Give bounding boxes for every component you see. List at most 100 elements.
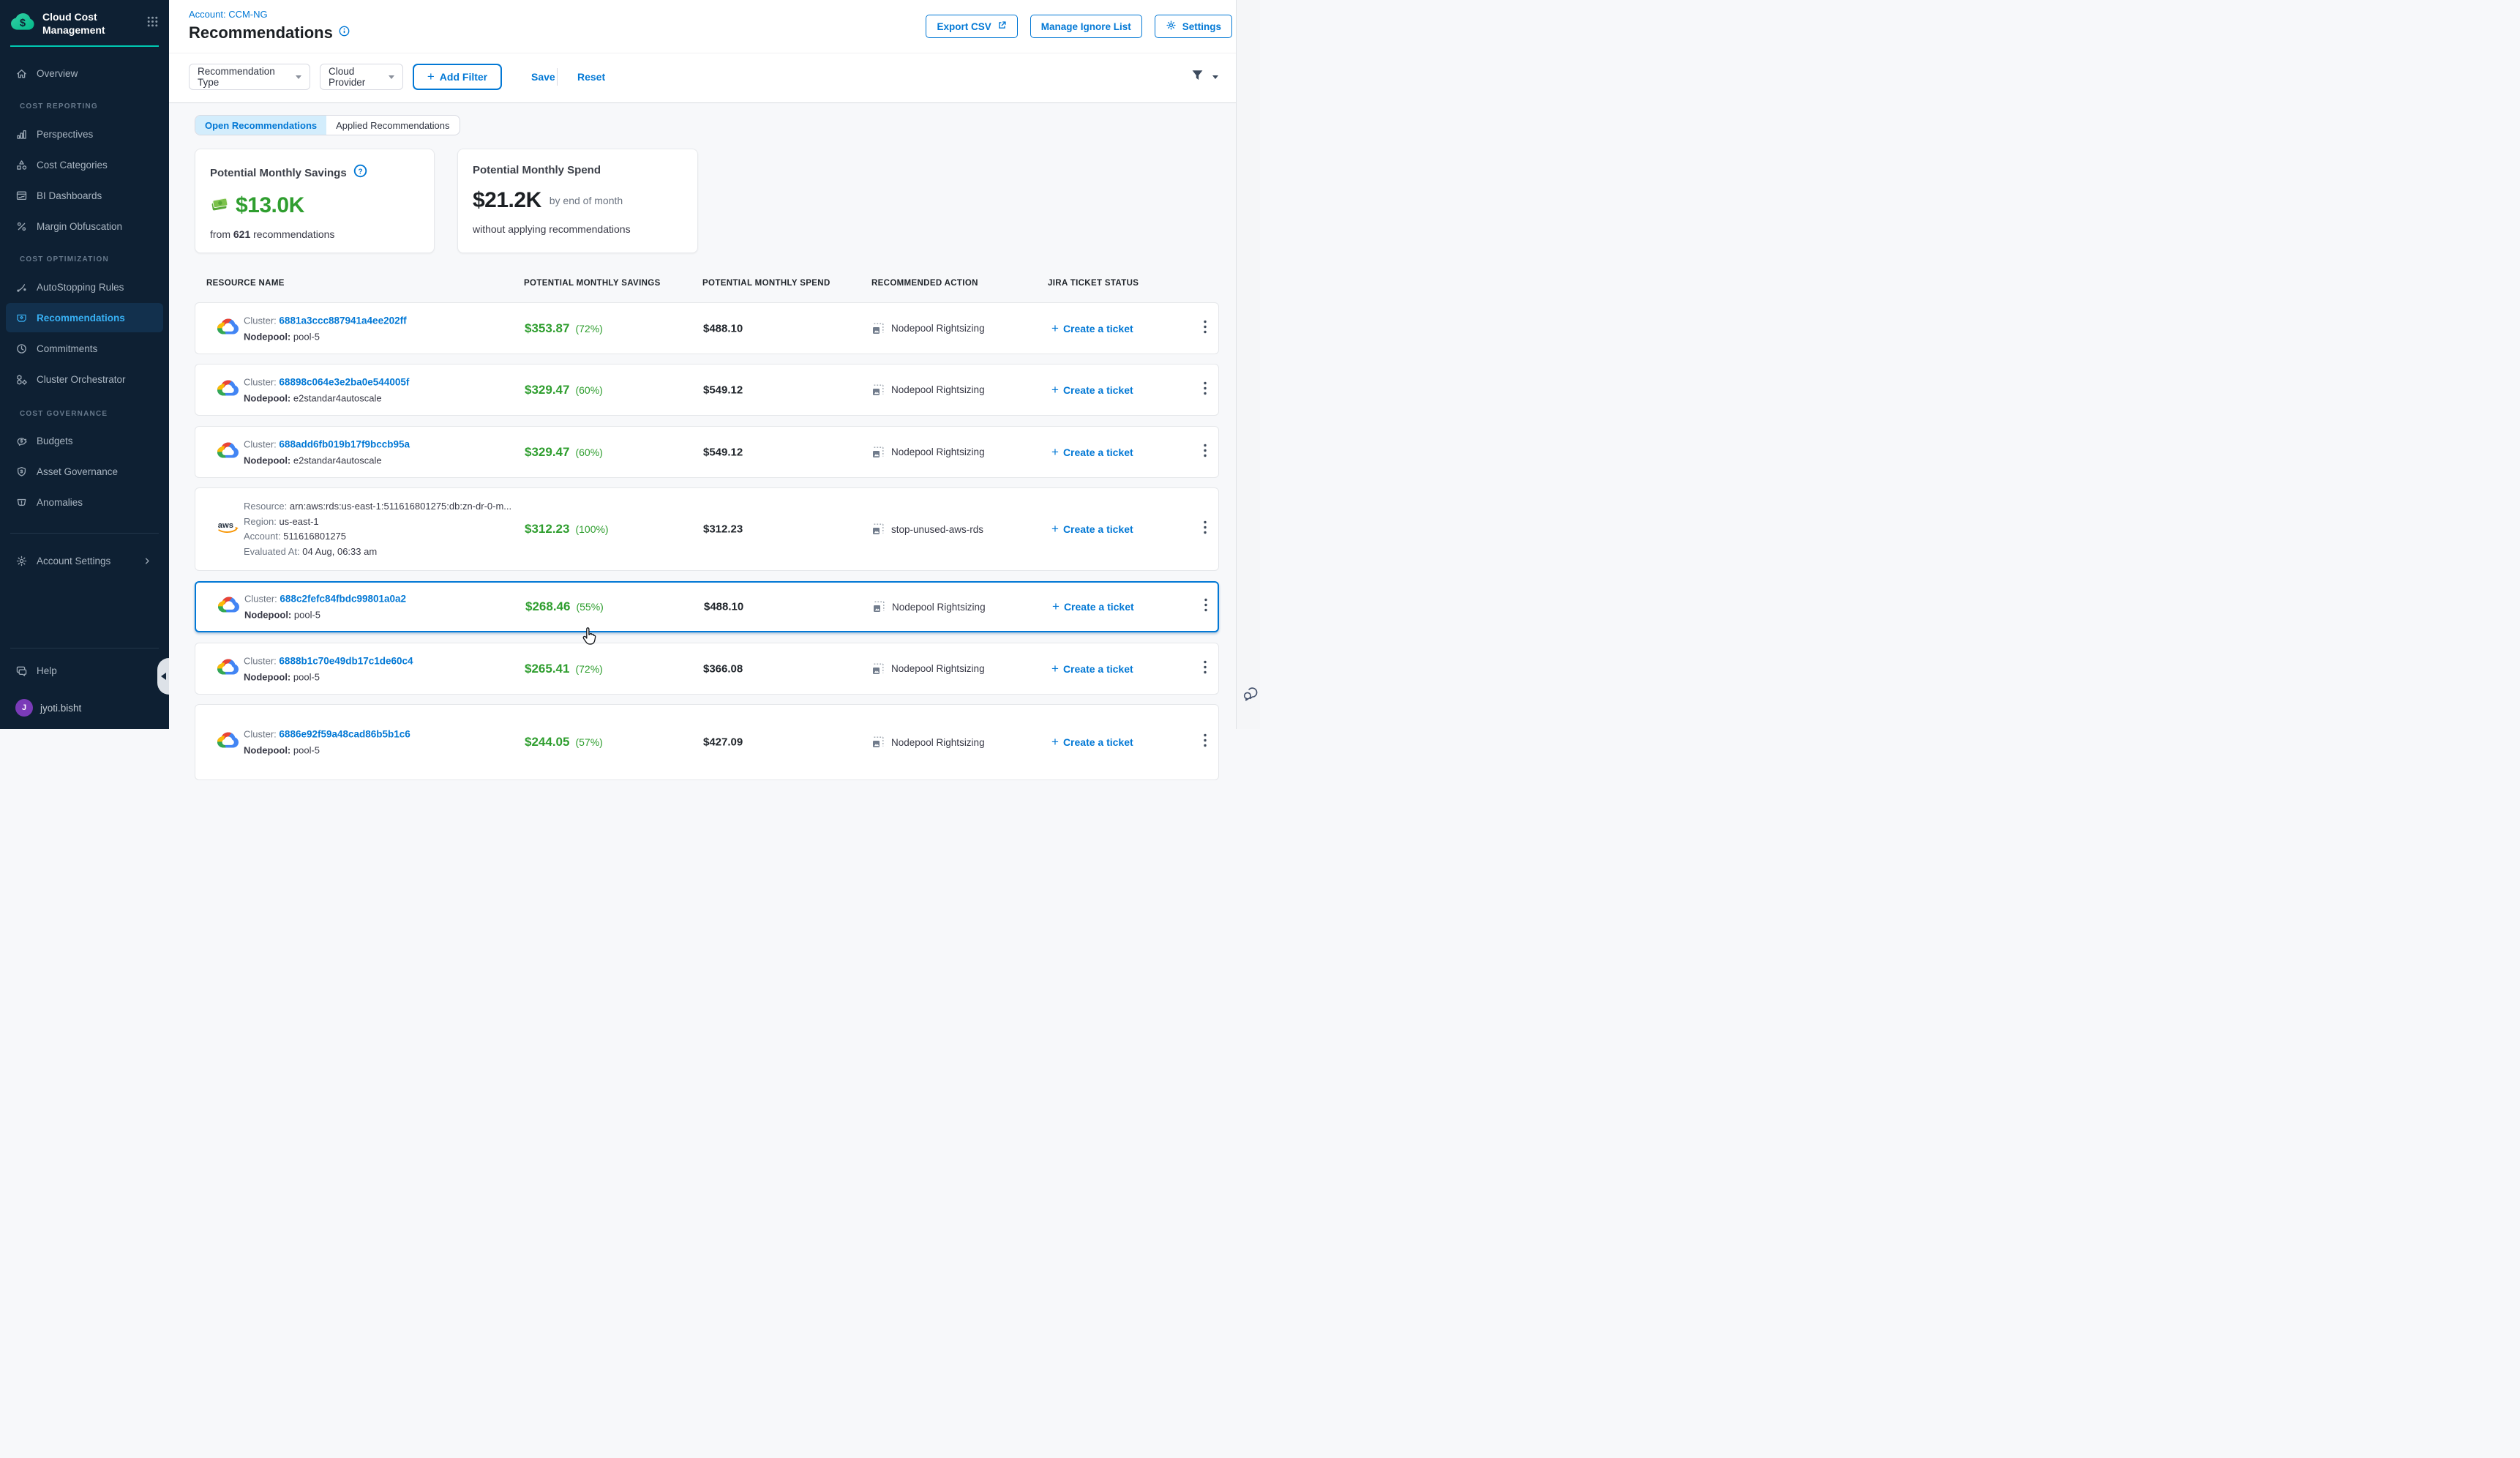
- aws-logo-icon: aws: [217, 520, 239, 539]
- cluster-id-link[interactable]: 688c2fefc84fbdc99801a0a2: [280, 594, 406, 605]
- create-ticket-label: Create a ticket: [1064, 601, 1134, 613]
- module-grid-icon[interactable]: [146, 15, 159, 31]
- sidebar-item-asset_governance[interactable]: Asset Governance: [6, 460, 163, 483]
- rightsizing-icon: [872, 736, 884, 748]
- create-ticket-button[interactable]: +Create a ticket: [1051, 445, 1133, 460]
- info-icon[interactable]: [339, 26, 350, 40]
- create-ticket-label: Create a ticket: [1063, 323, 1133, 334]
- cluster-id-link[interactable]: 6881a3ccc887941a4ee202ff: [279, 315, 406, 326]
- column-potential-monthly-spend: POTENTIAL MONTHLY SPEND: [702, 279, 830, 288]
- sidebar-item-label: Account Settings: [37, 556, 110, 567]
- cluster-id-link[interactable]: 688add6fb019b17f9bccb95a: [279, 438, 410, 449]
- recommendation-row-selected[interactable]: Cluster: 688c2fefc84fbdc99801a0a2Nodepoo…: [195, 581, 1219, 632]
- sidebar-item-recommendations[interactable]: Recommendations: [6, 303, 163, 332]
- sidebar-item-commitments[interactable]: Commitments: [6, 337, 163, 360]
- row-menu-kebab-icon[interactable]: [1201, 317, 1210, 340]
- shield-icon: [15, 466, 28, 478]
- monthly-savings-cell: $353.87(72%): [525, 321, 603, 336]
- cluster-id-link[interactable]: 6886e92f59a48cad86b5b1c6: [279, 729, 410, 740]
- sidebar-item-label: Asset Governance: [37, 466, 118, 477]
- support-chat-icon[interactable]: [1242, 686, 1259, 706]
- create-ticket-button[interactable]: +Create a ticket: [1051, 662, 1133, 676]
- row-menu-kebab-icon[interactable]: [1201, 596, 1210, 618]
- recommendation-row[interactable]: Cluster: 688add6fb019b17f9bccb95aNodepoo…: [195, 426, 1219, 478]
- cluster-icon: [15, 373, 28, 386]
- recommended-action-cell: Nodepool Rightsizing: [873, 601, 986, 613]
- question-icon[interactable]: ?: [353, 164, 367, 182]
- row-menu-kebab-icon[interactable]: [1201, 441, 1210, 463]
- gear-icon: [1166, 20, 1177, 33]
- sidebar-item-margin_obfuscation[interactable]: Margin Obfuscation: [6, 214, 163, 238]
- recommendation-row[interactable]: awsResource: arn:aws:rds:us-east-1:51161…: [195, 487, 1219, 571]
- action-label: Nodepool Rightsizing: [891, 323, 985, 334]
- resource-detail-line: Evaluated At: 04 Aug, 06:33 am: [244, 545, 511, 560]
- savings-amount: $244.05: [525, 735, 569, 749]
- sidebar-item-autostopping[interactable]: AutoStopping Rules: [6, 275, 163, 299]
- create-ticket-button[interactable]: +Create a ticket: [1051, 522, 1133, 537]
- sidebar-item-label: AutoStopping Rules: [37, 282, 124, 293]
- sidebar-item-account_settings[interactable]: Account Settings: [6, 549, 163, 572]
- sidebar-header: $ Cloud Cost Management: [0, 0, 169, 47]
- sidebar-item-cost_categories[interactable]: Cost Categories: [6, 153, 163, 176]
- tab-open-recommendations[interactable]: Open Recommendations: [195, 116, 326, 135]
- reset-filter-link[interactable]: Reset: [577, 71, 605, 83]
- user-menu[interactable]: J jyoti.bisht: [15, 699, 81, 717]
- spend-value: $21.2K: [473, 188, 541, 213]
- monthly-spend-cell: $366.08: [703, 662, 743, 675]
- rightsizing-icon: [872, 663, 884, 675]
- create-ticket-label: Create a ticket: [1063, 736, 1133, 748]
- recommendation-type-dropdown[interactable]: Recommendation Type: [189, 64, 310, 90]
- svg-text:aws: aws: [218, 521, 233, 530]
- monthly-savings-cell: $265.41(72%): [525, 662, 603, 676]
- recommendation-row[interactable]: Cluster: 6888b1c70e49db17c1de60c4Nodepoo…: [195, 643, 1219, 695]
- add-filter-button[interactable]: + Add Filter: [413, 64, 502, 90]
- breadcrumb[interactable]: Account: CCM-NG: [189, 9, 268, 20]
- create-ticket-button[interactable]: +Create a ticket: [1051, 321, 1133, 336]
- sidebar-section-sec_governance: COST GOVERNANCE: [20, 410, 108, 418]
- plus-icon: +: [427, 70, 435, 84]
- column-jira-ticket-status: JIRA TICKET STATUS: [1048, 279, 1139, 288]
- export-csv-button[interactable]: Export CSV: [926, 15, 1017, 38]
- recommendation-row[interactable]: Cluster: 6881a3ccc887941a4ee202ffNodepoo…: [195, 302, 1219, 354]
- settings-button[interactable]: Settings: [1155, 15, 1232, 38]
- create-ticket-button[interactable]: + Create a ticket: [1051, 735, 1133, 749]
- app-title: Cloud Cost Management: [42, 10, 129, 37]
- row-menu-kebab-icon[interactable]: [1201, 731, 1210, 754]
- sidebar-item-bi_dashboards[interactable]: BI Dashboards: [6, 184, 163, 207]
- save-filter-link[interactable]: Save: [531, 71, 555, 83]
- cluster-id-link[interactable]: 6888b1c70e49db17c1de60c4: [279, 655, 413, 666]
- row-menu-kebab-icon[interactable]: [1201, 518, 1210, 541]
- column-potential-monthly-savings: POTENTIAL MONTHLY SAVINGS: [524, 279, 661, 288]
- filter-panel-button[interactable]: [1191, 70, 1218, 85]
- sidebar-item-help[interactable]: Help: [6, 659, 163, 682]
- sidebar-item-budgets[interactable]: Budgets: [6, 429, 163, 452]
- recommendation-row[interactable]: Cluster: 6886e92f59a48cad86b5b1c6Nodepoo…: [195, 704, 1219, 780]
- sidebar-item-label: Commitments: [37, 343, 97, 354]
- sidebar-item-anomalies[interactable]: Anomalies: [6, 490, 163, 514]
- sidebar-item-overview[interactable]: Overview: [6, 61, 163, 85]
- resource-detail-line: Account: 511616801275: [244, 529, 511, 545]
- sidebar-item-perspectives[interactable]: Perspectives: [6, 122, 163, 146]
- gcp-logo-icon: [217, 659, 239, 679]
- monthly-spend-cell: $549.12: [703, 384, 743, 396]
- sidebar-collapse-handle[interactable]: [157, 658, 169, 695]
- row-menu-kebab-icon[interactable]: [1201, 378, 1210, 401]
- recommended-action-cell: Nodepool Rightsizing: [872, 736, 985, 748]
- monthly-spend-cell: $427.09: [703, 736, 743, 749]
- user-name: jyoti.bisht: [40, 703, 81, 714]
- potential-monthly-savings-card: Potential Monthly Savings ? $13.0K from …: [195, 149, 435, 253]
- cluster-id-link[interactable]: 68898c064e3e2ba0e544005f: [279, 376, 409, 387]
- tab-applied-recommendations[interactable]: Applied Recommendations: [326, 116, 459, 135]
- sidebar-item-cluster_orchestrator[interactable]: Cluster Orchestrator: [6, 367, 163, 391]
- resource-name-cell: Cluster: 6881a3ccc887941a4ee202ffNodepoo…: [244, 315, 407, 342]
- plus-icon: +: [1051, 735, 1059, 749]
- row-menu-kebab-icon[interactable]: [1201, 657, 1210, 680]
- create-ticket-button[interactable]: +Create a ticket: [1052, 599, 1134, 614]
- resource-name-cell: Cluster: 6888b1c70e49db17c1de60c4Nodepoo…: [244, 655, 413, 682]
- bucket-icon: [15, 496, 28, 509]
- cloud-provider-dropdown[interactable]: Cloud Provider: [320, 64, 403, 90]
- manage-ignore-list-button[interactable]: Manage Ignore List: [1030, 15, 1142, 38]
- monthly-savings-cell: $312.23(100%): [525, 522, 609, 537]
- recommendation-row[interactable]: Cluster: 68898c064e3e2ba0e544005fNodepoo…: [195, 364, 1219, 416]
- create-ticket-button[interactable]: +Create a ticket: [1051, 383, 1133, 397]
